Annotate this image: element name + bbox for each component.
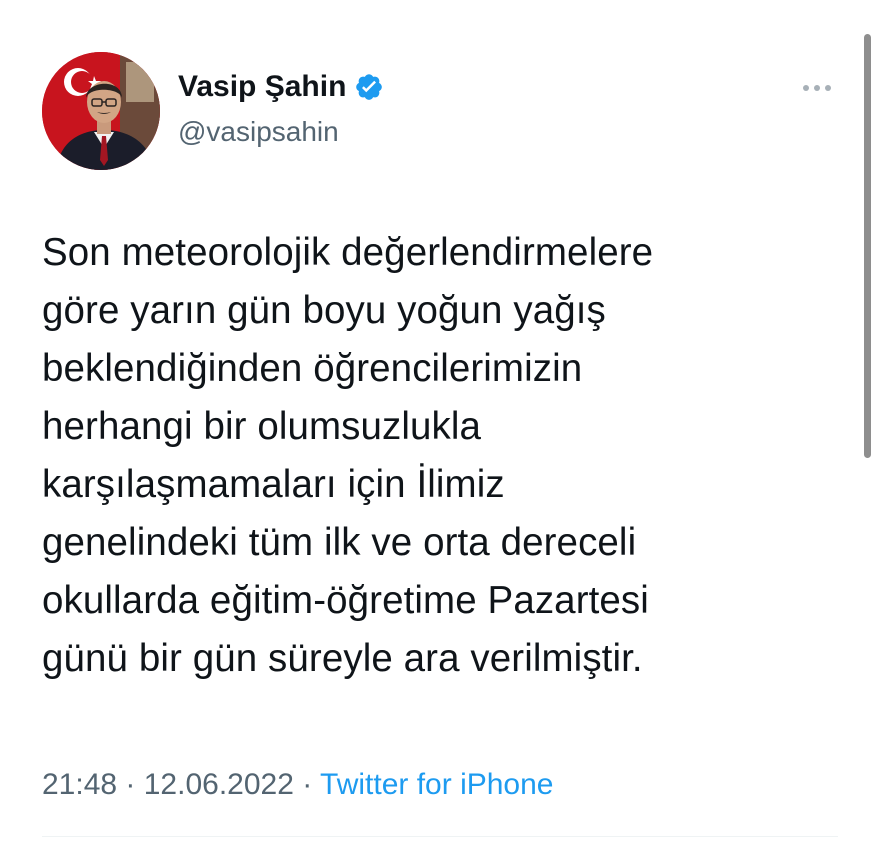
tweet-date[interactable]: 12.06.2022 (144, 768, 294, 801)
tweet-time[interactable]: 21:48 (42, 768, 117, 801)
tweet-text-line: okullarda eğitim-öğretime Pazartesi (42, 579, 649, 622)
more-options-icon[interactable] (800, 80, 834, 96)
tweet-card: Vasip Şahin @vasipsahin Son meteorolojik… (0, 0, 880, 846)
tweet-text-line: beklendiğinden öğrencilerimizin (42, 347, 583, 390)
tweet-text: Son meteorolojik değerlendirmelere göre … (42, 224, 842, 688)
divider (42, 836, 838, 837)
tweet-source-link[interactable]: Twitter for iPhone (320, 768, 553, 801)
tweet-text-line: genelindeki tüm ilk ve orta dereceli (42, 521, 637, 564)
author-display-name[interactable]: Vasip Şahin (178, 70, 346, 104)
tweet-text-line: karşılaşmamaları için İlimiz (42, 463, 505, 506)
author-name-row[interactable]: Vasip Şahin (178, 70, 384, 104)
tweet-meta: 21:48 · 12.06.2022 · Twitter for iPhone (42, 768, 553, 802)
avatar[interactable] (42, 52, 160, 170)
tweet-text-line: günü bir gün süreyle ara verilmiştir. (42, 637, 643, 680)
profile-photo-icon (42, 52, 160, 170)
tweet-text-line: göre yarın gün boyu yoğun yağış (42, 289, 606, 332)
author-handle[interactable]: @vasipsahin (178, 116, 339, 148)
meta-separator: · (125, 768, 144, 801)
verified-badge-icon (354, 72, 384, 102)
tweet-text-line: Son meteorolojik değerlendirmelere (42, 231, 654, 274)
meta-separator: · (302, 768, 321, 801)
scrollbar[interactable] (864, 34, 871, 458)
tweet-text-line: herhangi bir olumsuzlukla (42, 405, 482, 448)
